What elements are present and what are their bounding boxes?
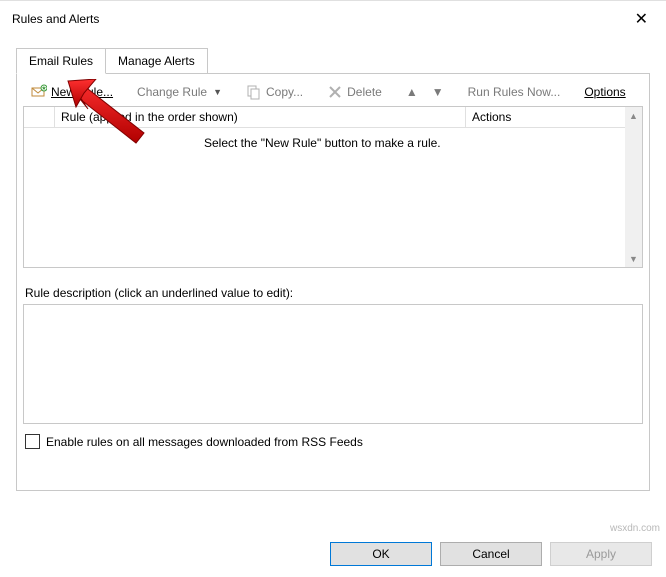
rules-list: Rule (applied in the order shown) Action… [23,106,643,268]
chevron-down-icon: ▼ [213,87,222,97]
column-headers: Rule (applied in the order shown) Action… [24,107,642,128]
scroll-up-icon[interactable]: ▲ [625,107,642,124]
toolbar: ★ New Rule... Change Rule ▼ [23,80,643,106]
delete-label: Delete [347,85,382,99]
apply-button: Apply [550,542,652,566]
vertical-scrollbar[interactable]: ▲ ▼ [625,107,642,267]
rule-description-label: Rule description (click an underlined va… [25,286,641,300]
run-rules-now-label: Run Rules Now... [468,85,561,99]
rules-and-alerts-dialog: Rules and Alerts ✕ Email Rules Manage Al… [0,0,666,577]
move-up-button[interactable]: ▲ [400,83,424,101]
options-label: Options [584,85,625,99]
column-actions-label: Actions [472,110,511,124]
cancel-button[interactable]: Cancel [440,542,542,566]
move-down-button[interactable]: ▼ [426,83,450,101]
new-rule-button[interactable]: ★ New Rule... [25,82,119,102]
tab-strip: Email Rules Manage Alerts [16,47,650,73]
arrow-down-icon: ▼ [432,85,444,99]
cancel-label: Cancel [472,547,509,561]
ok-button[interactable]: OK [330,542,432,566]
delete-button[interactable]: Delete [321,82,388,102]
empty-list-message: Select the "New Rule" button to make a r… [24,128,642,150]
change-rule-button[interactable]: Change Rule ▼ [131,83,228,101]
rss-checkbox-row[interactable]: Enable rules on all messages downloaded … [25,434,641,449]
copy-button[interactable]: Copy... [240,82,309,102]
copy-icon [246,84,262,100]
column-rule[interactable]: Rule (applied in the order shown) [55,107,466,127]
change-rule-label: Change Rule [137,85,207,99]
tab-manage-alerts-label: Manage Alerts [118,54,195,68]
run-rules-now-button[interactable]: Run Rules Now... [462,83,567,101]
copy-label: Copy... [266,85,303,99]
tab-panel: ★ New Rule... Change Rule ▼ [16,73,650,491]
ok-label: OK [372,547,389,561]
apply-label: Apply [586,547,616,561]
dialog-body: Email Rules Manage Alerts ★ [0,37,666,491]
options-button[interactable]: Options [578,83,631,101]
tab-email-rules-label: Email Rules [29,54,93,68]
svg-text:★: ★ [41,85,46,92]
scroll-down-icon[interactable]: ▼ [625,250,642,267]
watermark: wsxdn.com [610,523,660,534]
arrow-up-icon: ▲ [406,85,418,99]
titlebar: Rules and Alerts ✕ [0,1,666,37]
new-rule-label: New Rule... [51,85,113,99]
tab-manage-alerts[interactable]: Manage Alerts [105,48,208,74]
delete-icon [327,84,343,100]
rss-checkbox[interactable] [25,434,40,449]
rss-checkbox-label: Enable rules on all messages downloaded … [46,435,363,449]
window-title: Rules and Alerts [12,12,99,26]
column-checkbox[interactable] [24,107,55,127]
close-button[interactable]: ✕ [627,7,656,31]
column-actions[interactable]: Actions [466,107,642,127]
new-rule-icon: ★ [31,84,47,100]
button-bar: OK Cancel Apply [330,542,652,566]
tab-email-rules[interactable]: Email Rules [16,48,106,74]
column-rule-label: Rule (applied in the order shown) [61,110,238,124]
rule-description-box [23,304,643,424]
